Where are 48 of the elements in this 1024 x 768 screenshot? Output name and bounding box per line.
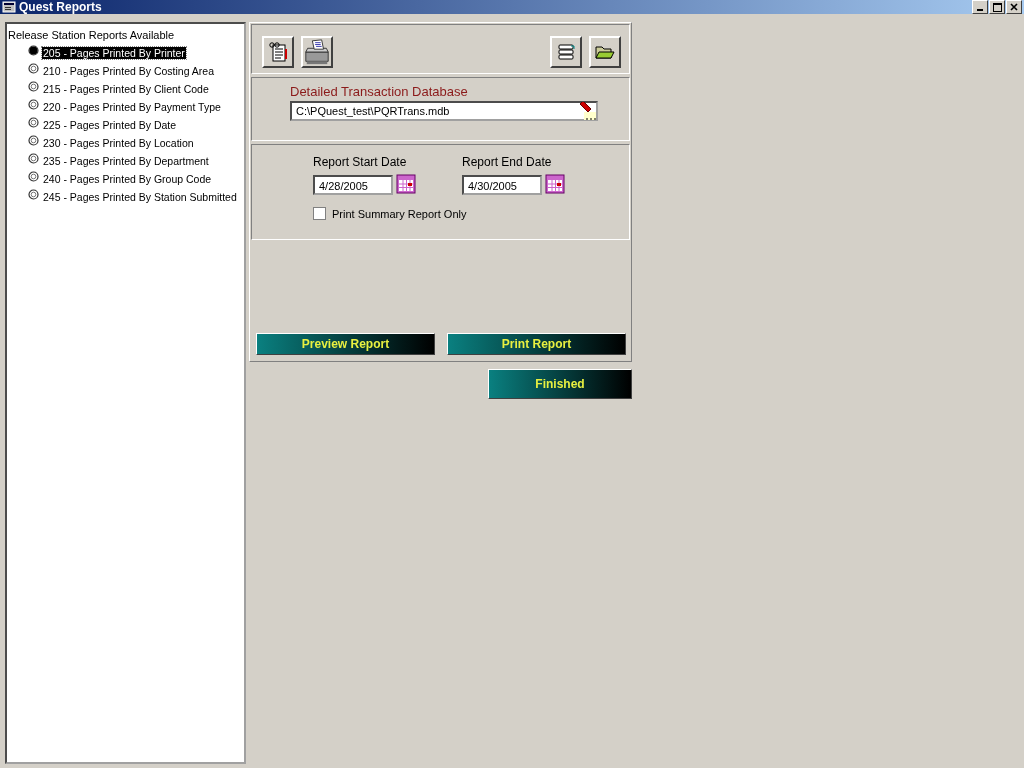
- calendar-button[interactable]: [545, 174, 567, 196]
- report-item[interactable]: 245 - Pages Printed By Station Submitted: [42, 191, 238, 203]
- open-folder-button[interactable]: [589, 35, 621, 68]
- report-item[interactable]: 235 - Pages Printed By Department: [42, 155, 210, 167]
- radio-icon[interactable]: [28, 152, 39, 164]
- report-item[interactable]: 225 - Pages Printed By Date: [42, 119, 178, 131]
- window-icon: [2, 0, 16, 14]
- start-date-label: Report Start Date: [313, 155, 408, 169]
- minimize-button[interactable]: [972, 0, 988, 14]
- printer-icon: [303, 37, 331, 66]
- report-item[interactable]: 205 - Pages Printed By Printer: [42, 47, 186, 59]
- report-item[interactable]: 240 - Pages Printed By Group Code: [42, 173, 213, 185]
- glasses-document-icon: [267, 40, 289, 63]
- folder-icon: [595, 43, 615, 60]
- finished-button[interactable]: Finished: [488, 369, 632, 399]
- stack-icon: [556, 42, 576, 61]
- maximize-icon: [992, 2, 1002, 12]
- radio-icon[interactable]: [28, 44, 39, 56]
- report-item[interactable]: 215 - Pages Printed By Client Code: [42, 83, 210, 95]
- radio-icon[interactable]: [28, 62, 39, 74]
- report-item[interactable]: 220 - Pages Printed By Payment Type: [42, 101, 222, 113]
- report-item[interactable]: 230 - Pages Printed By Location: [42, 137, 195, 149]
- stack-button[interactable]: [550, 35, 582, 68]
- radio-icon[interactable]: [28, 188, 39, 200]
- print-report-button[interactable]: Print Report: [447, 333, 626, 355]
- database-path-field[interactable]: C:\PQuest_test\PQRTrans.mdb: [290, 101, 598, 121]
- report-list-heading: Release Station Reports Available: [8, 28, 176, 43]
- radio-icon[interactable]: [28, 170, 39, 182]
- calendar-button[interactable]: [396, 174, 418, 196]
- flashlight-icon[interactable]: [578, 102, 596, 120]
- radio-icon[interactable]: [28, 80, 39, 92]
- radio-icon[interactable]: [28, 134, 39, 146]
- end-date-field[interactable]: 4/30/2005: [462, 175, 542, 195]
- radio-icon[interactable]: [28, 98, 39, 110]
- checkbox[interactable]: [313, 207, 326, 220]
- maximize-button[interactable]: [989, 0, 1005, 14]
- close-button[interactable]: [1006, 0, 1022, 14]
- preview-icon-button[interactable]: [262, 35, 294, 68]
- window-title: Quest Reports: [19, 0, 102, 14]
- end-date-label: Report End Date: [462, 155, 553, 169]
- close-icon: [1010, 3, 1018, 11]
- preview-report-button[interactable]: Preview Report: [256, 333, 435, 355]
- checkbox-label: Print Summary Report Only: [332, 207, 467, 220]
- radio-icon[interactable]: [28, 116, 39, 128]
- report-item[interactable]: 210 - Pages Printed By Costing Area: [42, 65, 215, 77]
- database-label: Detailed Transaction Database: [290, 84, 469, 99]
- printer-button[interactable]: [301, 35, 333, 68]
- start-date-field[interactable]: 4/28/2005: [313, 175, 393, 195]
